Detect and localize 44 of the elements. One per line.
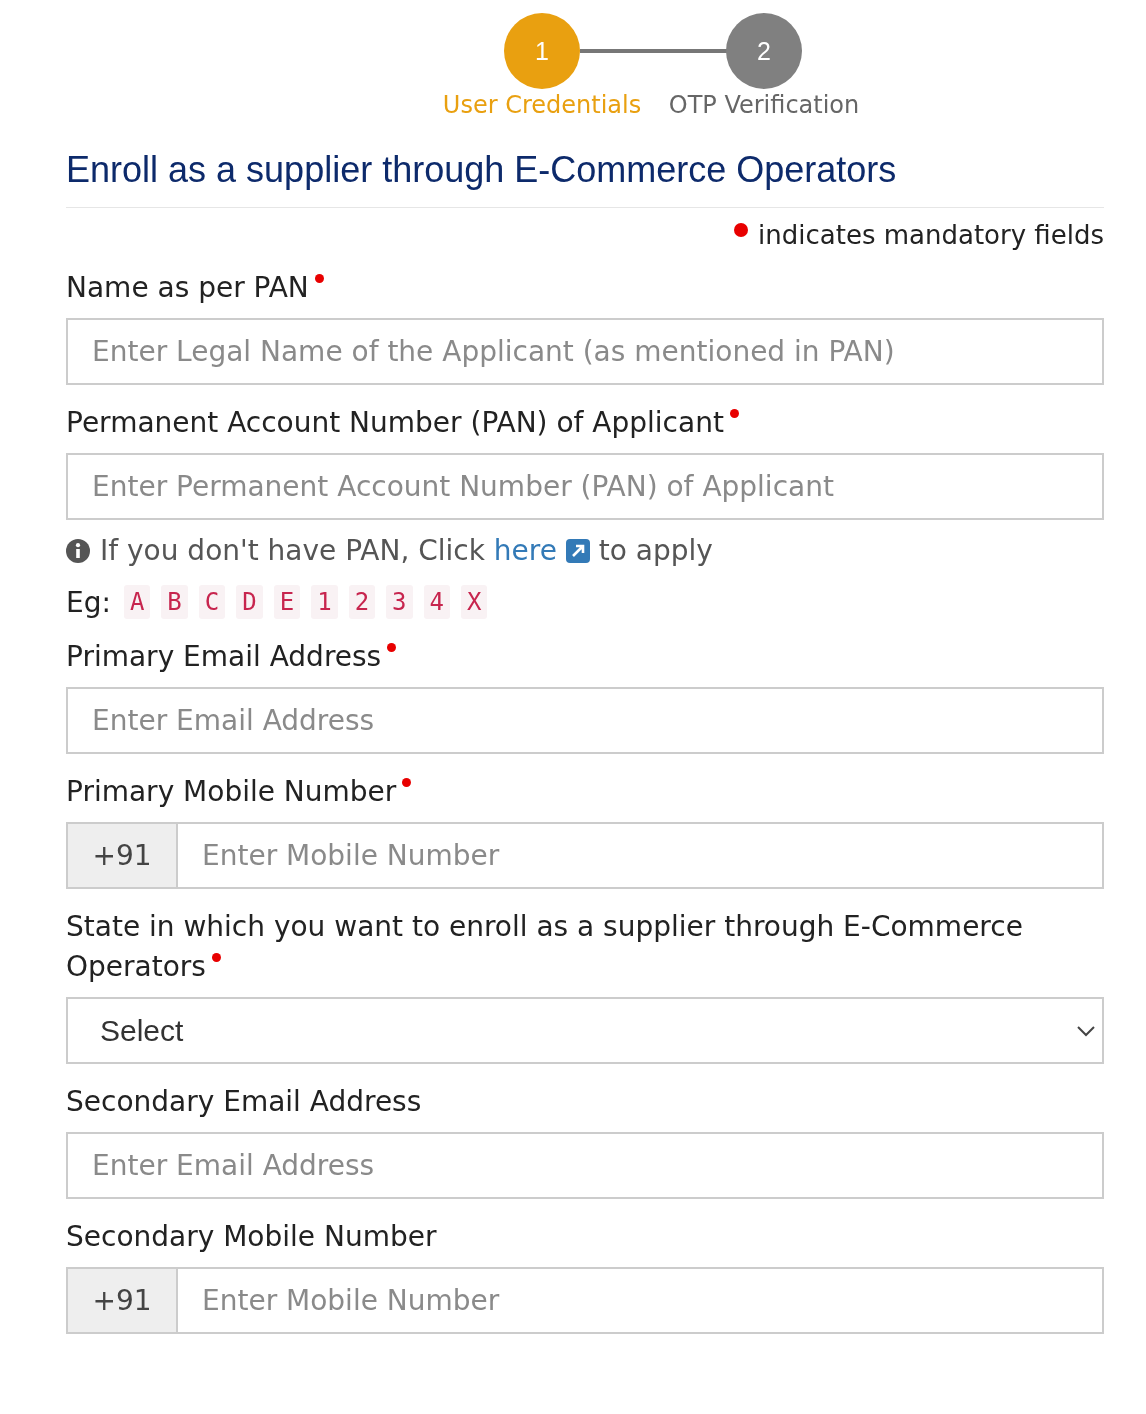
step-label: OTP Verification [668, 91, 860, 119]
state-dropdown[interactable]: Select [66, 997, 1104, 1064]
mandatory-dot-icon [211, 953, 221, 962]
example-character: E [273, 585, 301, 619]
field-label: Primary Mobile Number [66, 775, 412, 808]
input-field[interactable]: Enter Permanent Account Number (PAN) of Applicant [66, 453, 1104, 520]
input-field[interactable]: Enter Legal Name of the Applicant (as mentioned in PAN) [66, 318, 1104, 385]
pan-help-text: If you don't have PAN, Click here to apply [100, 534, 713, 567]
phone-field[interactable]: +91 Enter Mobile Number [66, 1267, 1104, 1334]
mandatory-dot-icon [314, 274, 324, 283]
step-circle: 2 [726, 13, 802, 89]
example-character: D [236, 585, 263, 619]
example-character: X [461, 585, 488, 619]
field-label: Secondary Email Address [66, 1085, 422, 1118]
page-title: Enroll as a supplier through E-Commerce Operators [66, 149, 1104, 208]
external-link-icon [565, 539, 590, 563]
chevron-down-icon [1076, 1024, 1096, 1037]
field-label: Primary Email Address [66, 640, 397, 673]
phone-field[interactable]: +91 Enter Mobile Number [66, 822, 1104, 889]
step-circle: 1 [504, 13, 580, 89]
field-label: State in which you want to enroll as a supplier through E-Commerce Operators [66, 910, 1023, 983]
example-character: 1 [311, 585, 338, 619]
field-label: Permanent Account Number (PAN) of Applicant [66, 406, 739, 439]
mandatory-dot-icon [402, 778, 412, 787]
input-field[interactable]: Enter Email Address [66, 1132, 1104, 1199]
example-character: 3 [386, 585, 413, 619]
example-character: 4 [423, 585, 450, 619]
step-label: User Credentials [442, 91, 642, 119]
example-character: B [161, 585, 188, 619]
country-code: +91 [68, 1269, 178, 1332]
example-character: 2 [348, 585, 376, 619]
mandatory-dot-icon [387, 643, 397, 652]
apply-link[interactable]: here [493, 534, 557, 567]
mandatory-dot-icon [729, 409, 739, 418]
example-character: A [123, 585, 151, 619]
field-label: Secondary Mobile Number [66, 1220, 437, 1253]
country-code: +91 [68, 824, 178, 887]
mandatory-note: indicates mandatory fields [758, 220, 1104, 250]
field-label: Name as per PAN [66, 271, 324, 304]
input-field[interactable]: Enter Email Address [66, 687, 1104, 754]
mandatory-dot-icon [734, 223, 749, 237]
info-icon [66, 538, 90, 563]
example-character: C [198, 585, 226, 619]
example-label: Eg: [66, 585, 111, 619]
